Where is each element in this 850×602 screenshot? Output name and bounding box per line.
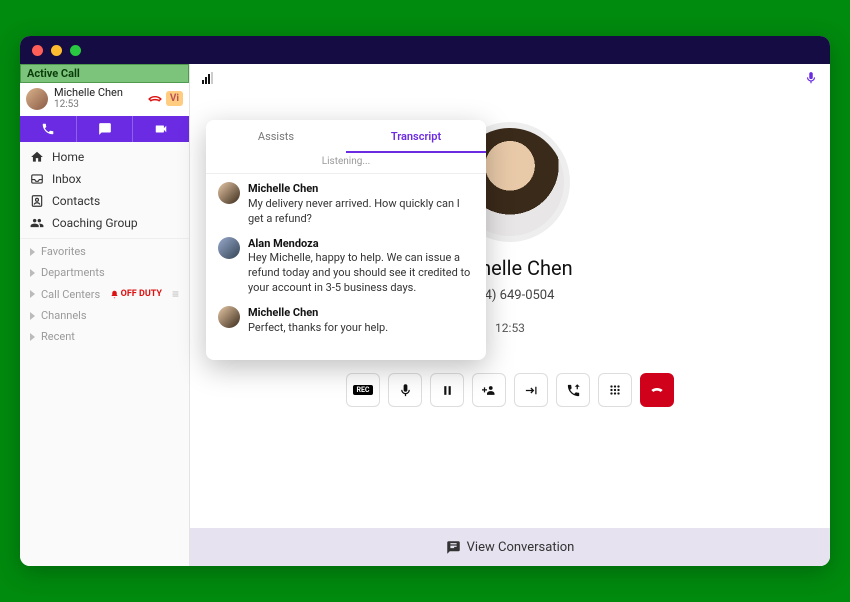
view-conversation-bar[interactable]: View Conversation: [190, 528, 830, 566]
phone-arrow-icon: [566, 383, 581, 398]
message-name: Michelle Chen: [248, 182, 474, 197]
inbox-icon: [30, 172, 44, 186]
view-conversation-label: View Conversation: [467, 540, 575, 555]
message-text: Perfect, thanks for your help.: [248, 321, 388, 334]
topbar: [190, 64, 830, 92]
active-call-name: Michelle Chen: [54, 87, 142, 99]
nav-home[interactable]: Home: [20, 146, 189, 168]
end-call-button[interactable]: [640, 373, 674, 407]
section-departments[interactable]: Departments: [20, 262, 189, 283]
active-call-row[interactable]: Michelle Chen 12:53 Vi: [20, 83, 189, 116]
section-call-centers[interactable]: Call Centers OFF DUTY ≡: [20, 283, 189, 305]
window-minimize-button[interactable]: [51, 45, 62, 56]
tab-transcript[interactable]: Transcript: [346, 120, 486, 153]
tab-assists[interactable]: Assists: [206, 120, 346, 153]
section-label: Favorites: [41, 245, 86, 258]
signal-icon: [202, 72, 213, 84]
app-body: Active Call Michelle Chen 12:53 Vi: [20, 64, 830, 566]
message-text: Hey Michelle, happy to help. We can issu…: [248, 251, 470, 294]
nav-label: Contacts: [52, 194, 100, 208]
sidebar: Active Call Michelle Chen 12:53 Vi: [20, 64, 190, 566]
section-favorites[interactable]: Favorites: [20, 241, 189, 262]
nav-label: Inbox: [52, 172, 81, 186]
nav-inbox[interactable]: Inbox: [20, 168, 189, 190]
transfer-icon: [524, 383, 539, 398]
drag-handle-icon[interactable]: ≡: [172, 287, 179, 301]
person-add-icon: [482, 383, 497, 398]
vi-badge: Vi: [166, 91, 183, 106]
message-avatar: [218, 237, 240, 259]
section-label: Departments: [41, 266, 105, 279]
nav-coaching-group[interactable]: Coaching Group: [20, 212, 189, 234]
video-button[interactable]: [132, 116, 189, 142]
call-duration: 12:53: [495, 321, 525, 335]
mute-button[interactable]: [388, 373, 422, 407]
caller-avatar-small: [26, 88, 48, 110]
chevron-right-icon: [30, 290, 35, 298]
mic-icon: [398, 383, 413, 398]
off-duty-badge: OFF DUTY: [110, 289, 162, 299]
dialpad-icon: [608, 383, 622, 397]
transcript-message: Alan Mendoza Hey Michelle, happy to help…: [218, 237, 474, 296]
bell-off-icon: [110, 290, 119, 299]
section-label: Recent: [41, 330, 75, 343]
chevron-right-icon: [30, 312, 35, 320]
hangup-icon: [649, 382, 665, 398]
titlebar: [20, 36, 830, 64]
nav-label: Home: [52, 150, 84, 164]
call-controls: REC: [346, 373, 674, 407]
home-icon: [30, 150, 44, 164]
contacts-icon: [30, 194, 44, 208]
app-window: Active Call Michelle Chen 12:53 Vi: [20, 36, 830, 566]
chat-icon: [446, 540, 461, 555]
sidebar-nav: Home Inbox Contacts Coaching Group: [20, 142, 189, 238]
dialpad-button[interactable]: [598, 373, 632, 407]
active-call-info: Michelle Chen 12:53: [54, 87, 142, 110]
chevron-right-icon: [30, 333, 35, 341]
message-button[interactable]: [76, 116, 133, 142]
window-close-button[interactable]: [32, 45, 43, 56]
section-label: Channels: [41, 309, 87, 322]
nav-label: Coaching Group: [52, 216, 138, 230]
section-label: Call Centers: [41, 288, 100, 301]
window-zoom-button[interactable]: [70, 45, 81, 56]
active-call-time: 12:53: [54, 99, 142, 110]
transcript-message: Michelle Chen Perfect, thanks for your h…: [218, 306, 474, 336]
call-park-button[interactable]: [556, 373, 590, 407]
transfer-button[interactable]: [514, 373, 548, 407]
rec-icon: REC: [353, 385, 372, 395]
hangup-icon[interactable]: [148, 92, 162, 106]
group-icon: [30, 216, 44, 230]
popover-tabs: Assists Transcript: [206, 120, 486, 153]
message-name: Alan Mendoza: [248, 237, 474, 252]
section-recent[interactable]: Recent: [20, 326, 189, 347]
active-call-badge: Active Call: [20, 64, 189, 83]
message-name: Michelle Chen: [248, 306, 388, 321]
chevron-right-icon: [30, 269, 35, 277]
mic-indicator-icon[interactable]: [804, 71, 818, 85]
add-participant-button[interactable]: [472, 373, 506, 407]
sidebar-action-row: [20, 116, 189, 142]
transcript-message: Michelle Chen My delivery never arrived.…: [218, 182, 474, 227]
sidebar-sections: Favorites Departments Call Centers OFF D…: [20, 238, 189, 349]
pause-icon: [441, 384, 454, 397]
listening-status: Listening...: [206, 153, 486, 174]
call-button[interactable]: [20, 116, 76, 142]
chevron-right-icon: [30, 248, 35, 256]
hold-button[interactable]: [430, 373, 464, 407]
nav-contacts[interactable]: Contacts: [20, 190, 189, 212]
message-avatar: [218, 182, 240, 204]
transcript-popover: Assists Transcript Listening... Michelle…: [206, 120, 486, 360]
transcript-body: Michelle Chen My delivery never arrived.…: [206, 174, 486, 360]
section-channels[interactable]: Channels: [20, 305, 189, 326]
record-button[interactable]: REC: [346, 373, 380, 407]
message-avatar: [218, 306, 240, 328]
message-text: My delivery never arrived. How quickly c…: [248, 197, 460, 225]
